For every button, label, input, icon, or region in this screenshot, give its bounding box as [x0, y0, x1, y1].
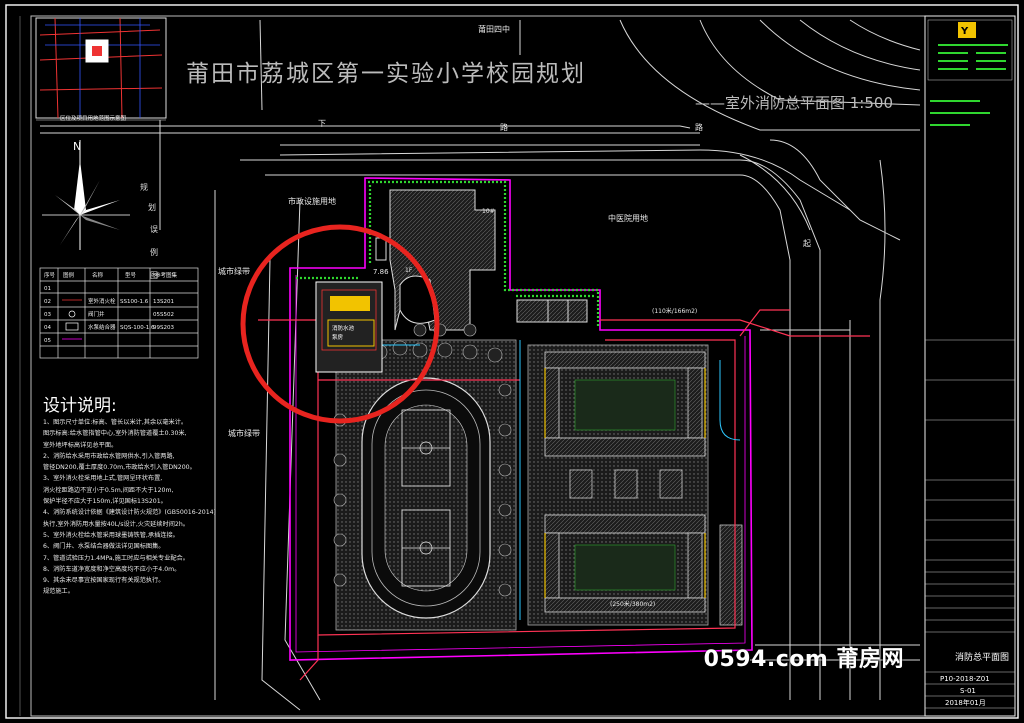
sports-field [335, 339, 517, 631]
svg-text:下: 下 [318, 119, 326, 128]
sheet-number: S-01 [960, 687, 976, 695]
svg-text:例: 例 [150, 247, 158, 257]
svg-text:图例: 图例 [63, 271, 75, 279]
svg-text:序号: 序号 [44, 271, 56, 279]
svg-text:名称: 名称 [92, 271, 104, 279]
note-line: 1、图示尺寸单位:标高、管长以米计,其余以毫米计。 [43, 419, 188, 426]
note-line: 保护半径不应大于150m,详见国标13S201。 [43, 498, 167, 506]
drawing-date: 2018年01月 [945, 698, 986, 707]
page-title: 莆田市荔城区第一实验小学校园规划 [186, 61, 586, 87]
note-line: 管径DN200,覆土厚度0.70m,市政给水引入管DN200。 [43, 464, 196, 472]
company-logo: Y [930, 22, 1008, 126]
classroom-blocks [527, 344, 743, 626]
drawing-number: P10-2018-Z01 [940, 675, 990, 683]
key-plan: 区位及项目用地范围示意图 [35, 17, 167, 122]
svg-text:03: 03 [44, 312, 51, 318]
legend-table [39, 267, 199, 359]
design-notes-heading: 设计说明: [43, 396, 117, 416]
label-hospital: 中医院用地 [608, 213, 648, 223]
label-city-green-1: 城市绿带 [218, 266, 250, 276]
svg-text:划: 划 [148, 202, 156, 212]
design-notes: 设计说明: 1、图示尺寸单位:标高、管长以米计,其余以毫米计。 图示标高:给水管… [43, 395, 313, 598]
svg-text:消防水池: 消防水池 [332, 324, 355, 332]
title-block-text: 消防总平面图 P10-2018-Z01 S-01 2018年01月 [940, 651, 1009, 707]
note-line: 7、管道试验压力1.4MPa,施工时应与相关专业配合。 [43, 554, 189, 562]
svg-text:SQS-100-1.6: SQS-100-1.6 [120, 325, 155, 331]
note-line: 8、消防车道净宽度和净空高度均不应小于4.0m。 [43, 565, 181, 573]
svg-text:10#: 10# [482, 208, 495, 215]
svg-text:室外消火栓: 室外消火栓 [88, 297, 116, 305]
svg-text:05: 05 [44, 338, 51, 344]
note-line: 4、消防系统设计依据《建筑设计防火规范》(GB50016-2014) [43, 509, 217, 517]
page-subtitle: ——室外消防总平面图 1:500 [695, 94, 893, 112]
title-block-frame [924, 15, 1016, 717]
svg-text:7.86: 7.86 [373, 268, 389, 276]
site-watermark: 0594.com 莆房网 [703, 647, 904, 672]
note-line: 6、阀门井、水泵结合器做法详见国标图集。 [43, 543, 165, 551]
note-line: 5、室外消火栓给水管采用球墨铸铁管,承插连接。 [43, 531, 179, 539]
svg-text:(110米/166m2): (110米/166m2) [652, 307, 697, 315]
note-line: 执行,室外消防用水量按40L/s设计,火灾延续时间2h。 [43, 520, 189, 528]
svg-text:路: 路 [500, 122, 508, 132]
svg-text:参考图集: 参考图集 [155, 271, 178, 279]
north-mark: N [73, 140, 81, 153]
title-block-lines [925, 19, 1015, 709]
svg-text:起: 起 [803, 239, 811, 248]
svg-text:规: 规 [140, 182, 148, 192]
svg-text:泵房: 泵房 [332, 333, 344, 341]
north-compass: N 规 划 误 例 图 [42, 140, 158, 280]
svg-text:13S201: 13S201 [153, 299, 174, 305]
svg-text:路: 路 [695, 122, 703, 132]
svg-text:(250米/380m2): (250米/380m2) [610, 600, 655, 608]
drawing-name: 消防总平面图 [955, 651, 1009, 663]
svg-text:05S502: 05S502 [153, 312, 174, 318]
note-line: 9、其余未尽事宜按国家现行有关规范执行。 [43, 577, 165, 585]
key-plan-caption: 区位及项目用地范围示意图 [60, 114, 127, 122]
svg-text:99S203: 99S203 [153, 325, 174, 331]
pump-room: 消防水池 泵房 [315, 281, 383, 373]
svg-text:SS100-1.6: SS100-1.6 [120, 299, 149, 305]
svg-text:02: 02 [44, 299, 51, 305]
label-municipal: 市政设施用地 [288, 196, 336, 206]
note-line: 规范施工。 [43, 588, 74, 596]
svg-text:误: 误 [150, 225, 158, 234]
note-line: 图示标高:给水管指管中心,室外消防管道覆土0.30米, [43, 430, 187, 438]
note-line: 3、室外消火栓采用地上式,管网呈环状布置, [43, 475, 163, 483]
svg-text:阀门井: 阀门井 [88, 310, 105, 318]
label-north-school: 莆田四中 [478, 24, 510, 34]
svg-text:04: 04 [44, 325, 51, 331]
svg-text:Y: Y [960, 26, 969, 37]
note-line: 2、消防给水采用市政给水管网供水,引入管两路, [43, 452, 175, 460]
svg-text:水泵结合器: 水泵结合器 [88, 323, 116, 331]
svg-text:1F: 1F [405, 267, 413, 274]
note-line: 消火栓距路边不宜小于0.5m,间距不大于120m, [43, 486, 174, 494]
note-line: 室外地坪标高详见总平面。 [43, 441, 118, 449]
svg-text:01: 01 [44, 286, 51, 292]
svg-text:型号: 型号 [125, 271, 137, 279]
